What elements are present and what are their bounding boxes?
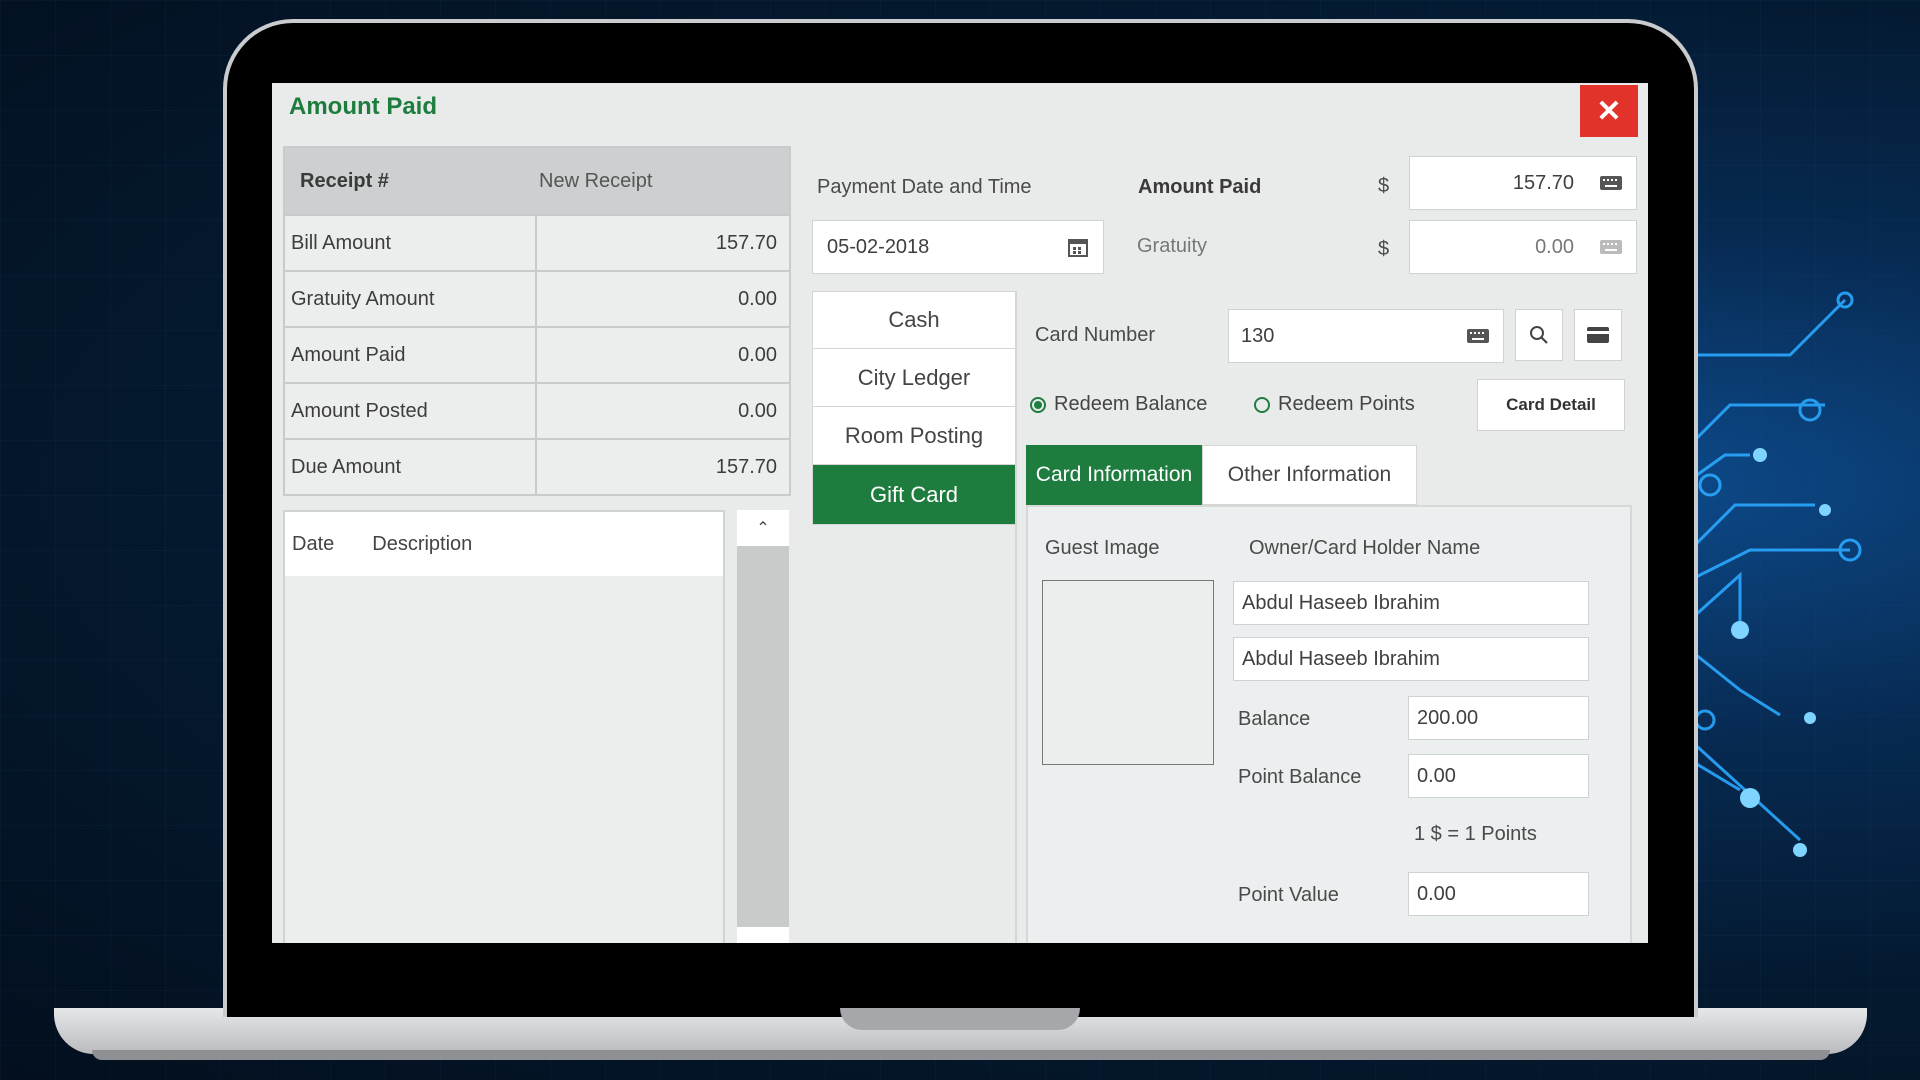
summary-row-value: 0.00 (738, 399, 777, 422)
summary-row-label: Amount Posted (285, 384, 537, 438)
amount-paid-currency: $ (1378, 175, 1390, 197)
summary-row-label: Amount Paid (285, 328, 537, 382)
owner-name-label: Owner/Card Holder Name (1249, 537, 1481, 559)
laptop-notch (840, 1008, 1080, 1030)
amount-paid-value: 157.70 (1512, 171, 1574, 194)
receipt-header-row: Receipt # New Receipt (285, 148, 789, 214)
amount-paid-input[interactable]: 157.70 (1409, 156, 1637, 210)
keyboard-icon[interactable] (1600, 240, 1622, 254)
summary-row-due-amount: Due Amount 157.70 (285, 438, 789, 494)
tab-room-posting[interactable]: Room Posting (812, 407, 1016, 465)
swipe-card-button[interactable] (1574, 309, 1622, 361)
transaction-list-header: Date Description (285, 512, 723, 576)
keyboard-icon[interactable] (1600, 176, 1622, 190)
summary-row-gratuity-amount: Gratuity Amount 0.00 (285, 270, 789, 326)
summary-row-bill-amount: Bill Amount 157.70 (285, 214, 789, 270)
radio-unselected-icon (1254, 396, 1270, 413)
summary-row-value: 0.00 (738, 287, 777, 310)
balance-label: Balance (1238, 708, 1311, 730)
tab-other-information[interactable]: Other Information (1202, 445, 1417, 505)
guest-image-placeholder (1042, 580, 1214, 765)
redeem-balance-radio[interactable]: Redeem Balance (1030, 393, 1207, 416)
tab-gift-card[interactable]: Gift Card (812, 465, 1016, 525)
column-date: Date (292, 532, 335, 555)
summary-row-label: Bill Amount (285, 216, 537, 270)
close-button[interactable]: ✕ (1580, 85, 1638, 137)
search-card-button[interactable] (1515, 309, 1563, 361)
column-description: Description (372, 532, 473, 555)
keyboard-icon[interactable] (1467, 329, 1489, 343)
summary-row-label: Due Amount (285, 440, 537, 494)
redeem-balance-label: Redeem Balance (1054, 393, 1208, 415)
tab-cash[interactable]: Cash (812, 291, 1016, 349)
gratuity-label: Gratuity (1137, 235, 1208, 257)
laptop-base-lip (92, 1050, 1830, 1060)
points-conversion-text: 1 $ = 1 Points (1414, 823, 1537, 845)
summary-row-value: 0.00 (738, 343, 777, 366)
gratuity-value: 0.00 (1535, 235, 1574, 258)
credit-card-icon (1587, 327, 1609, 343)
card-number-value: 130 (1241, 324, 1275, 347)
guest-image-label: Guest Image (1045, 537, 1160, 559)
payment-date-label: Payment Date and Time (817, 176, 1032, 198)
point-value-field[interactable]: 0.00 (1408, 872, 1589, 916)
search-icon (1530, 326, 1548, 344)
point-balance-label: Point Balance (1238, 766, 1362, 788)
summary-row-label: Gratuity Amount (285, 272, 537, 326)
card-number-input[interactable]: 130 (1228, 309, 1504, 363)
redeem-points-label: Redeem Points (1278, 393, 1415, 415)
point-value-label: Point Value (1238, 884, 1339, 906)
summary-row-value: 157.70 (715, 455, 777, 478)
card-number-label: Card Number (1035, 324, 1156, 346)
summary-row-value: 157.70 (715, 231, 777, 254)
transaction-scrollbar[interactable]: ⌃ ⌄ (737, 510, 789, 943)
owner-name-field-2[interactable]: Abdul Haseeb Ibrahim (1233, 637, 1589, 681)
radio-selected-icon (1030, 396, 1046, 413)
balance-field[interactable]: 200.00 (1408, 696, 1589, 740)
owner-name-field-1[interactable]: Abdul Haseeb Ibrahim (1233, 581, 1589, 625)
tabs-divider (1015, 291, 1017, 943)
redeem-points-radio[interactable]: Redeem Points (1254, 393, 1415, 416)
calendar-icon[interactable] (1067, 236, 1089, 258)
tab-city-ledger[interactable]: City Ledger (812, 349, 1016, 407)
payment-date-field[interactable]: 05-02-2018 (812, 220, 1104, 274)
receipt-number-value: New Receipt (539, 169, 653, 192)
gratuity-currency: $ (1378, 238, 1390, 260)
dialog-title: Amount Paid (289, 93, 437, 120)
scroll-down-icon[interactable]: ⌄ (737, 927, 789, 943)
transaction-list[interactable]: Date Description (283, 510, 725, 943)
scroll-up-icon[interactable]: ⌃ (737, 510, 789, 546)
summary-row-amount-posted: Amount Posted 0.00 (285, 382, 789, 438)
receipt-number-label: Receipt # (300, 169, 389, 192)
card-detail-button[interactable]: Card Detail (1477, 379, 1625, 431)
payment-date-value: 05-02-2018 (827, 235, 930, 258)
amount-paid-dialog: Amount Paid ✕ Receipt # New Receipt Bill… (272, 83, 1648, 943)
gratuity-input[interactable]: 0.00 (1409, 220, 1637, 274)
tab-card-information[interactable]: Card Information (1026, 445, 1202, 505)
point-balance-field[interactable]: 0.00 (1408, 754, 1589, 798)
receipt-summary-table: Receipt # New Receipt Bill Amount 157.70… (283, 146, 791, 496)
payment-method-tabs: Cash City Ledger Room Posting Gift Card (812, 291, 1016, 525)
amount-paid-label: Amount Paid (1138, 176, 1262, 198)
summary-row-amount-paid: Amount Paid 0.00 (285, 326, 789, 382)
